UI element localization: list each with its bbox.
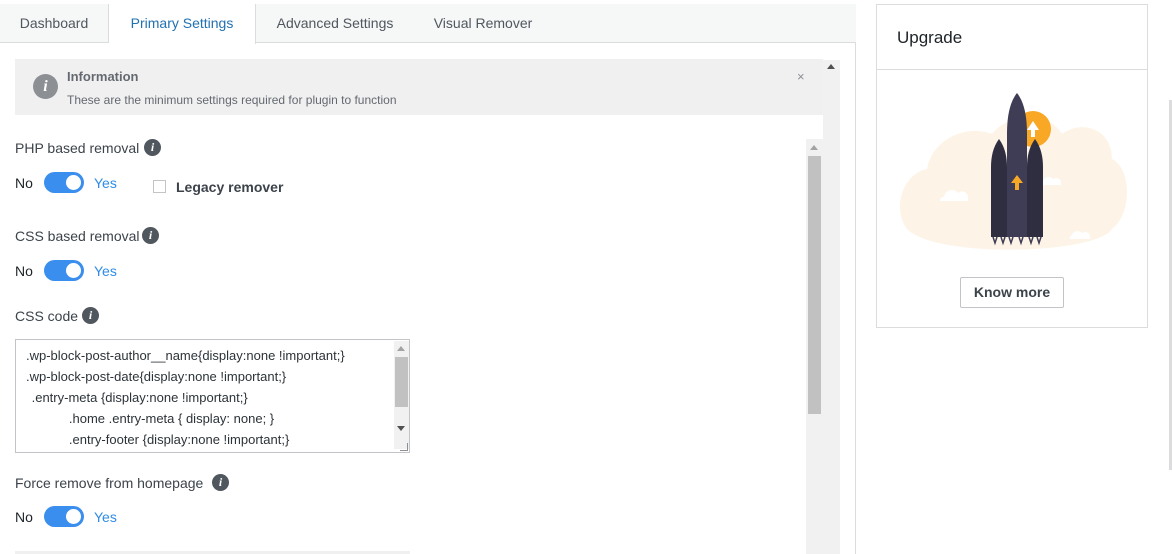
help-icon[interactable]: i — [212, 474, 229, 491]
toggle-yes-label: Yes — [94, 509, 117, 525]
help-icon[interactable]: i — [142, 227, 159, 244]
upgrade-title: Upgrade — [897, 28, 963, 47]
code-line: .wp-block-post-author__name{display:none… — [26, 348, 345, 363]
tab-advanced-settings[interactable]: Advanced Settings — [256, 4, 414, 43]
code-line: .entry-meta {display:none !important;} — [28, 390, 248, 405]
rocket-illustration — [899, 93, 1127, 250]
code-line: .entry-footer {display:none !important;} — [40, 432, 290, 447]
force-home-toggle[interactable] — [44, 506, 84, 527]
toggle-yes-label: Yes — [94, 175, 117, 191]
help-icon[interactable]: i — [144, 139, 161, 156]
page-scrollbar[interactable] — [823, 60, 840, 554]
card-divider — [877, 69, 1147, 70]
legacy-remover-checkbox[interactable] — [153, 180, 166, 193]
notice-title: Information — [67, 69, 139, 84]
plugin-settings-page: Dashboard Primary Settings Advanced Sett… — [0, 0, 1172, 554]
scroll-down-arrow-icon[interactable] — [397, 426, 405, 431]
textarea-scrollbar[interactable] — [394, 341, 409, 449]
toggle-no-label: No — [15, 175, 33, 191]
scroll-up-arrow-icon[interactable] — [810, 145, 818, 150]
close-icon[interactable]: × — [797, 69, 805, 84]
tab-bar: Dashboard Primary Settings Advanced Sett… — [0, 4, 856, 44]
tab-content: i Information These are the minimum sett… — [0, 44, 840, 554]
scrollbar-thumb[interactable] — [395, 357, 408, 407]
tab-dashboard[interactable]: Dashboard — [0, 4, 109, 43]
toggle-knob — [66, 509, 81, 524]
css-removal-label: CSS based removal — [15, 228, 140, 244]
tab-primary-settings[interactable]: Primary Settings — [109, 4, 256, 44]
css-removal-toggle[interactable] — [44, 260, 84, 281]
css-code-textarea[interactable]: .wp-block-post-author__name{display:none… — [15, 339, 410, 453]
code-line: .home .entry-meta { display: none; } — [40, 411, 275, 426]
force-home-label: Force remove from homepage — [15, 475, 204, 491]
help-icon[interactable]: i — [82, 307, 99, 324]
css-code-label: CSS code — [15, 308, 79, 324]
info-icon: i — [33, 74, 58, 99]
toggle-no-label: No — [15, 509, 33, 525]
resize-grip-icon[interactable] — [400, 443, 408, 451]
toggle-knob — [66, 263, 81, 278]
tab-visual-remover[interactable]: Visual Remover — [414, 4, 552, 43]
legacy-remover-label[interactable]: Legacy remover — [176, 179, 283, 195]
toggle-knob — [66, 175, 81, 190]
know-more-button[interactable]: Know more — [960, 277, 1064, 308]
information-notice: i Information These are the minimum sett… — [15, 59, 823, 115]
php-removal-toggle[interactable] — [44, 172, 84, 193]
settings-panel: Dashboard Primary Settings Advanced Sett… — [0, 4, 856, 554]
settings-scrollbar[interactable] — [806, 139, 823, 554]
upgrade-card: Upgrade Know more — [876, 4, 1148, 328]
scrollbar-thumb[interactable] — [808, 156, 821, 414]
code-line: .wp-block-post-date{display:none !import… — [26, 369, 287, 384]
scroll-up-arrow-icon[interactable] — [397, 346, 405, 351]
notice-text: These are the minimum settings required … — [67, 93, 397, 107]
toggle-yes-label: Yes — [94, 263, 117, 279]
php-removal-label: PHP based removal — [15, 140, 140, 156]
toggle-no-label: No — [15, 263, 33, 279]
scroll-up-arrow-icon[interactable] — [827, 64, 835, 69]
